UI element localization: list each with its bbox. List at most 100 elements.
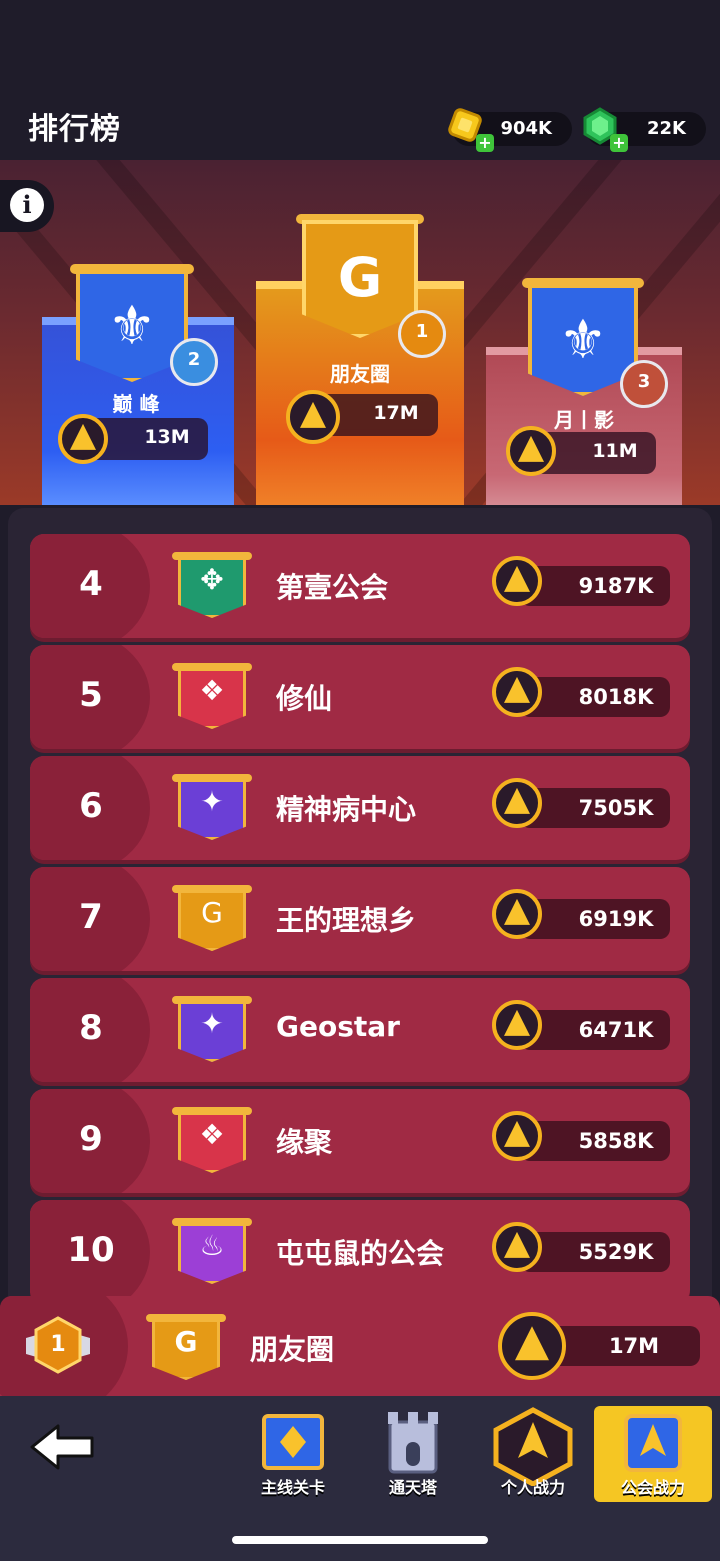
guild-name: 第壹公会	[276, 571, 389, 604]
guild-power: 6919K	[520, 899, 670, 939]
guild-banner: G	[172, 885, 252, 951]
guild-power: 7505K	[520, 788, 670, 828]
guild-power: 5529K	[520, 1232, 670, 1272]
power-icon	[498, 1312, 566, 1380]
page-title: 排行榜	[28, 112, 121, 147]
gold-counter[interactable]: + 904K	[448, 108, 572, 152]
nav-tower-label: 通天塔	[388, 1478, 437, 1497]
guild-emblem-icon: ✦	[200, 1007, 224, 1040]
back-button[interactable]	[28, 1422, 98, 1472]
guild-power-value: 7505K	[578, 796, 654, 820]
guild-row[interactable]: 8 ✦ Geostar 6471K	[30, 978, 690, 1082]
guild-rank: 5	[79, 675, 103, 715]
guild-rank: 9	[79, 1119, 103, 1159]
guild-power-value: 6471K	[578, 1018, 654, 1042]
g-emblem-icon: G	[174, 1325, 198, 1358]
guild-power: 9187K	[520, 566, 670, 606]
guild-banner: ♨	[172, 1218, 252, 1284]
guild-power-icon	[624, 1414, 682, 1472]
guild-emblem-icon: ❖	[199, 674, 225, 707]
guild-banner: ❖	[172, 1107, 252, 1173]
back-arrow-icon	[30, 1424, 94, 1470]
bottom-nav: 主线关卡 通天塔 个人战力 公会战力	[0, 1396, 720, 1561]
guild-emblem-icon: ❖	[199, 1118, 225, 1151]
guild-row[interactable]: 6 ✦ 精神病中心 7505K	[30, 756, 690, 860]
podium-power-value-3: 11M	[592, 440, 638, 462]
guild-power: 6471K	[520, 1010, 670, 1050]
guild-rank: 10	[67, 1230, 115, 1270]
power-icon	[492, 667, 542, 717]
podium-power-value-1: 17M	[373, 402, 419, 424]
rank-1-badge: 1	[398, 310, 446, 358]
gold-coin-icon: +	[446, 106, 494, 152]
guild-power-value: 9187K	[578, 574, 654, 598]
main-stage-icon	[262, 1414, 324, 1470]
guild-emblem-icon: ✦	[200, 785, 224, 818]
my-guild-row[interactable]: 1 G 朋友圈 17M	[0, 1296, 720, 1396]
guild-rank: 4	[79, 564, 103, 604]
guild-banner: ✦	[172, 996, 252, 1062]
my-rank-badge: 1	[22, 1316, 94, 1376]
guild-rank: 8	[79, 1008, 103, 1048]
guild-emblem-icon: G	[201, 896, 223, 929]
add-gold-icon[interactable]: +	[476, 134, 494, 152]
guild-row[interactable]: 10 ♨ 屯屯鼠的公会 5529K	[30, 1200, 690, 1304]
guild-power-value: 8018K	[578, 685, 654, 709]
nav-main-stage[interactable]: 主线关卡	[238, 1406, 348, 1502]
nav-main-stage-label: 主线关卡	[260, 1478, 325, 1497]
podium-name-1: 朋友圈	[330, 362, 390, 386]
gem-icon: +	[580, 106, 628, 152]
podium-area: ⚜ 2 巅 峰 13M G 1 朋友圈 17M ⚜ 3 月丨影 11M	[0, 160, 720, 505]
my-guild-power-value: 17M	[608, 1334, 660, 1358]
nav-tower[interactable]: 通天塔	[358, 1406, 468, 1502]
guild-name: Geostar	[276, 1010, 400, 1043]
top-bar: 排行榜 + 904K + 22K	[0, 0, 720, 160]
power-icon	[492, 1111, 542, 1161]
guild-power-value: 5529K	[578, 1240, 654, 1264]
guild-emblem-icon: ✥	[200, 563, 224, 596]
guild-name: 缘聚	[276, 1126, 333, 1159]
guild-banner-rank-1[interactable]: G	[296, 214, 424, 338]
tower-icon	[388, 1412, 438, 1474]
guild-rank: 7	[79, 897, 103, 937]
gem-counter[interactable]: + 22K	[583, 107, 706, 152]
power-icon	[506, 426, 556, 476]
my-guild-banner: G	[146, 1314, 226, 1380]
my-guild-name: 朋友圈	[250, 1333, 335, 1366]
power-icon	[492, 556, 542, 606]
guild-power: 5858K	[520, 1121, 670, 1161]
info-button[interactable]: i	[0, 180, 54, 232]
power-icon	[492, 778, 542, 828]
guild-banner: ✥	[172, 552, 252, 618]
guild-power: 8018K	[520, 677, 670, 717]
guild-row[interactable]: 9 ❖ 缘聚 5858K	[30, 1089, 690, 1193]
nav-personal-power-label: 个人战力	[500, 1478, 565, 1497]
add-gem-icon[interactable]: +	[610, 134, 628, 152]
guild-name: 屯屯鼠的公会	[276, 1237, 445, 1270]
guild-banner: ❖	[172, 663, 252, 729]
power-icon	[58, 414, 108, 464]
podium-name-2: 巅 峰	[112, 392, 160, 416]
my-rank-value: 1	[50, 1332, 66, 1357]
guild-power-value: 6919K	[578, 907, 654, 931]
fleur-de-lis-icon: ⚜	[558, 308, 608, 372]
guild-name: 精神病中心	[276, 793, 417, 826]
guild-name: 王的理想乡	[276, 904, 417, 937]
nav-guild-power[interactable]: 公会战力	[594, 1406, 712, 1502]
rank-2-badge: 2	[170, 338, 218, 386]
guild-rank: 6	[79, 786, 103, 826]
guild-row[interactable]: 5 ❖ 修仙 8018K	[30, 645, 690, 749]
guild-name: 修仙	[276, 682, 333, 715]
guild-row[interactable]: 4 ✥ 第壹公会 9187K	[30, 534, 690, 638]
home-indicator	[232, 1536, 488, 1544]
rank-3-badge: 3	[620, 360, 668, 408]
nav-personal-power[interactable]: 个人战力	[478, 1406, 588, 1502]
power-icon	[286, 390, 340, 444]
g-emblem-icon: G	[337, 246, 383, 310]
info-icon: i	[10, 188, 44, 222]
guild-emblem-icon: ♨	[199, 1229, 225, 1262]
guild-row[interactable]: 7 G 王的理想乡 6919K	[30, 867, 690, 971]
gem-value: 22K	[647, 118, 686, 139]
guild-banner: ✦	[172, 774, 252, 840]
fleur-de-lis-icon: ⚜	[107, 294, 157, 358]
